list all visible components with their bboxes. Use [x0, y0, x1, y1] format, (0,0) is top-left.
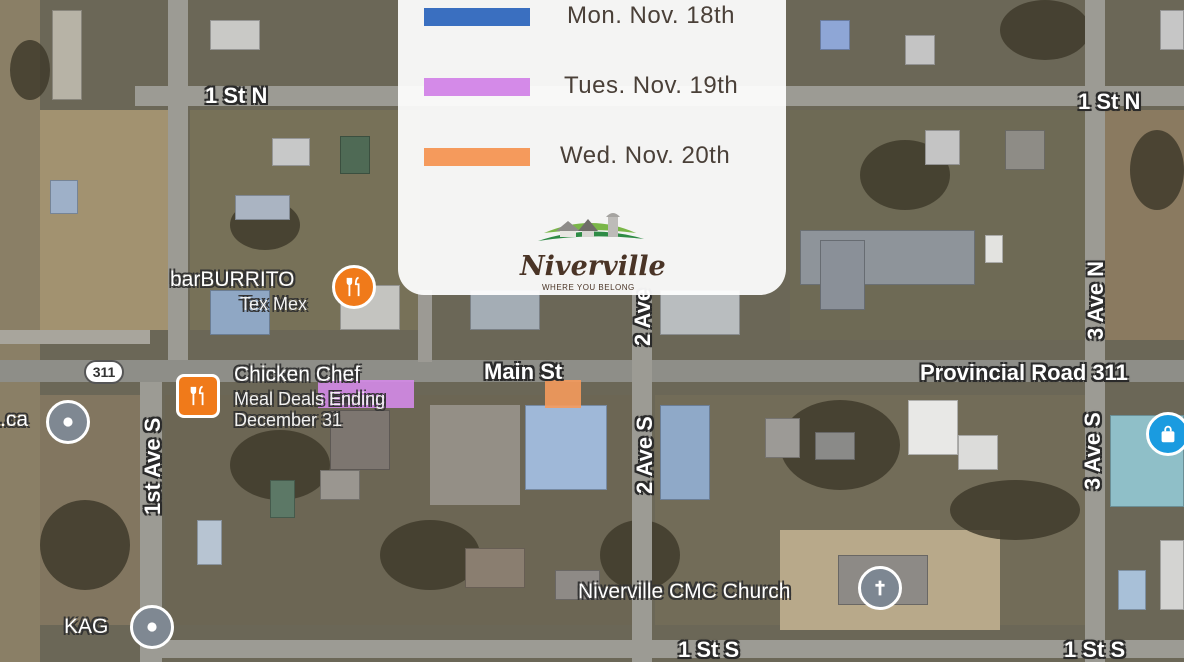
- building: [660, 290, 740, 335]
- building: [525, 405, 607, 490]
- logo-graphic: [538, 213, 644, 241]
- building: [197, 520, 222, 565]
- legend-item: Wed. Nov. 20th: [424, 142, 764, 172]
- poi-church-name[interactable]: Niverville CMC Church: [578, 580, 790, 604]
- building: [1160, 10, 1184, 50]
- poi-chicken-chef-date: December 31: [234, 410, 343, 430]
- building: [820, 240, 865, 310]
- shopping-bag-icon[interactable]: [1146, 412, 1184, 456]
- poi-ca-name[interactable]: .ca: [0, 408, 28, 432]
- building: [235, 195, 290, 220]
- niverville-logo: Niverville WHERE YOU BELONG: [516, 205, 666, 295]
- building: [210, 20, 260, 50]
- poi-barburrito-category: Tex Mex: [240, 294, 308, 314]
- building: [985, 235, 1003, 263]
- poi-chicken-chef-name[interactable]: Chicken Chef: [234, 363, 360, 387]
- cross-icon[interactable]: [858, 566, 902, 610]
- road-1-st-s: [140, 640, 1184, 658]
- building: [820, 20, 850, 50]
- road-label-1-st-s-east: 1 St S: [1064, 637, 1126, 662]
- tree: [40, 500, 130, 590]
- building: [765, 418, 800, 458]
- building: [270, 480, 295, 518]
- road-label-main-st: Main St: [484, 359, 563, 384]
- building: [470, 290, 540, 330]
- restaurant-icon[interactable]: [332, 265, 376, 309]
- legend-panel: Mon. Nov. 18th Tues. Nov. 19th Wed. Nov.…: [398, 0, 786, 295]
- road-label-2-ave: 2 Ave: [630, 288, 655, 346]
- logo-tagline: WHERE YOU BELONG: [542, 283, 635, 292]
- poi-barburrito-name[interactable]: barBURRITO: [170, 268, 294, 292]
- map-canvas[interactable]: 1 St N 1 St N Main St Provincial Road 31…: [0, 0, 1184, 662]
- legend-label: Tues. Nov. 19th: [564, 72, 739, 99]
- building: [908, 400, 958, 455]
- tree: [10, 40, 50, 100]
- building: [1118, 570, 1146, 610]
- building: [958, 435, 998, 470]
- road-label-1-st-s: 1 St S: [678, 637, 740, 662]
- road-lane: [418, 290, 432, 362]
- road-label-2-ave-s: 2 Ave S: [632, 416, 657, 494]
- building: [1005, 130, 1045, 170]
- road-label-provincial-road: Provincial Road 311: [920, 360, 1128, 385]
- highway-shield-311: 311: [84, 360, 124, 384]
- restaurant-icon[interactable]: [176, 374, 220, 418]
- road-label-1-st-n-east: 1 St N: [1078, 89, 1141, 114]
- building: [320, 470, 360, 500]
- building: [815, 432, 855, 460]
- road-label-1-st-n: 1 St N: [205, 83, 268, 108]
- logo-wordmark: Niverville: [520, 251, 666, 282]
- map-pin-icon[interactable]: [130, 605, 174, 649]
- tree: [950, 480, 1080, 540]
- lot: [430, 405, 520, 505]
- building: [52, 10, 82, 100]
- tree: [1130, 130, 1184, 210]
- legend-item: Tues. Nov. 19th: [424, 72, 764, 102]
- road-label-3-ave-s: 3 Ave S: [1080, 412, 1105, 490]
- road-1st-ave: [168, 0, 188, 360]
- road-label-3-ave-n: 3 Ave N: [1083, 260, 1108, 340]
- legend-label: Mon. Nov. 18th: [567, 2, 735, 29]
- tree: [1000, 0, 1090, 60]
- legend-label: Wed. Nov. 20th: [560, 142, 731, 169]
- building: [272, 138, 310, 166]
- poi-kag-name[interactable]: KAG: [64, 615, 108, 639]
- legend-item: Mon. Nov. 18th: [424, 2, 764, 32]
- road-west: [0, 330, 150, 344]
- road-label-1st-ave-s: 1st Ave S: [140, 417, 165, 515]
- poi-chicken-chef-note: Meal Deals Ending: [234, 389, 386, 409]
- building: [1160, 540, 1184, 610]
- legend-swatch: [424, 78, 530, 96]
- legend-swatch: [424, 148, 530, 166]
- building: [465, 548, 525, 588]
- building: [925, 130, 960, 165]
- lot: [40, 110, 170, 330]
- building: [50, 180, 78, 214]
- building: [660, 405, 710, 500]
- map-pin-icon[interactable]: [46, 400, 90, 444]
- building: [905, 35, 935, 65]
- building: [340, 136, 370, 174]
- legend-swatch: [424, 8, 530, 26]
